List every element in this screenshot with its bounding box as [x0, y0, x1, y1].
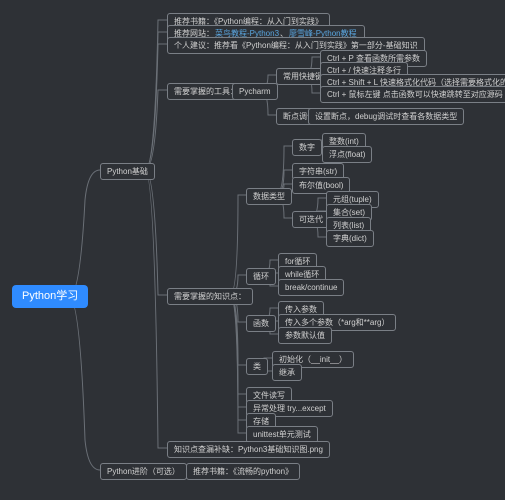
node-num[interactable]: 数字: [292, 139, 322, 156]
node-debug-text[interactable]: 设置断点，debug调试时查看各数据类型: [308, 108, 464, 125]
node-bc[interactable]: break/continue: [278, 279, 344, 296]
node-adv-book[interactable]: 推荐书籍：《流畅的python》: [186, 463, 300, 480]
node-loop[interactable]: 循环: [246, 268, 276, 285]
node-dtype[interactable]: 数据类型: [246, 188, 292, 205]
node-cls-b[interactable]: 继承: [272, 364, 302, 381]
node-python-base[interactable]: Python基础: [100, 163, 155, 180]
node-func-c[interactable]: 参数默认值: [278, 327, 332, 344]
node-know[interactable]: 需要掌握的知识点：: [167, 288, 253, 305]
node-func[interactable]: 函数: [246, 315, 276, 332]
node-extra[interactable]: 知识点查漏补缺：Python3基础知识图.png: [167, 441, 330, 458]
node-pycharm[interactable]: Pycharm: [232, 83, 278, 100]
node-sc-d[interactable]: Ctrl + 鼠标左键 点击函数可以快速跳转至对应源码: [320, 86, 505, 103]
root-node[interactable]: Python学习: [12, 285, 88, 308]
node-cls[interactable]: 类: [246, 358, 268, 375]
node-python-adv[interactable]: Python进阶（可选）: [100, 463, 187, 480]
node-float[interactable]: 浮点(float): [322, 146, 372, 163]
node-iter[interactable]: 可迭代: [292, 211, 330, 228]
node-dict[interactable]: 字典(dict): [326, 230, 374, 247]
